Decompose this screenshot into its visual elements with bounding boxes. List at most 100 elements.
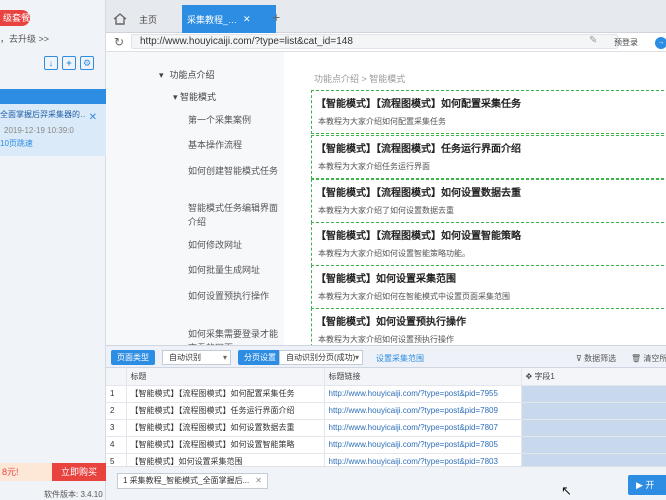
task-date: 2019-12-19 10:39:0 <box>4 126 74 135</box>
col-field1-header[interactable]: ✥ 字段1 <box>521 368 666 386</box>
article-desc: 本教程为大家介绍如何设置智能策略功能。 <box>318 249 470 258</box>
article-card[interactable]: 【智能模式】【流程图模式】如何设置数据去重 本教程为大家介绍了如何设置数据去重 <box>311 179 666 223</box>
cell-link[interactable]: http://www.houyicaiji.com/?type=post&pid… <box>324 402 522 420</box>
article-card[interactable]: 【智能模式】【流程图模式】如何设置智能策略 本教程为大家介绍如何设置智能策略功能… <box>311 222 666 266</box>
web-view: ▾ 功能点介绍 ▾ 智能模式 第一个采集案例 基本操作流程 如何创建智能模式任务 … <box>106 52 666 345</box>
buy-now-button[interactable]: 立即购买 <box>52 463 106 481</box>
page-type-select[interactable]: 自动识别 ▾ <box>162 350 231 365</box>
table-row[interactable]: 3 【智能模式】【流程图模式】如何设置数据去重 http://www.houyi… <box>106 419 666 437</box>
article-title: 【智能模式】如何设置采集范围 <box>316 274 456 285</box>
cell-field1[interactable] <box>521 385 666 403</box>
article-desc: 本教程为大家介绍了如何设置数据去重 <box>318 206 454 215</box>
left-toolbar: ↓ + ⚙ <box>44 56 94 70</box>
paging-select[interactable]: 自动识别分页(成功) ▾ <box>279 350 363 365</box>
nav-section[interactable]: ▾ 功能点介绍 <box>159 68 215 82</box>
cell-title[interactable]: 【智能模式】如何设置采集范围 <box>126 453 325 466</box>
caret-down-icon: ▾ <box>173 92 181 102</box>
col-index-header <box>106 368 127 386</box>
chevron-down-icon: ▾ <box>354 353 359 362</box>
nav-item[interactable]: 如何批量生成网址 <box>188 263 278 277</box>
row-index: 5 <box>106 453 127 466</box>
cell-field1[interactable] <box>521 453 666 466</box>
table-row[interactable]: 4 【智能模式】【流程图模式】如何设置智能策略 http://www.houyi… <box>106 436 666 454</box>
filter-button[interactable]: ⊽ 数据筛选 <box>576 353 616 364</box>
pre-login-button[interactable]: 预登录 <box>614 37 638 48</box>
trash-icon: 🗑 <box>631 354 644 363</box>
article-card[interactable]: 【智能模式】如何设置采集范围 本教程为大家介绍如何在智能模式中设置页面采集范围 <box>311 265 666 309</box>
article-desc: 本教程为大家介绍如何设置预执行操作 <box>318 335 454 344</box>
nav-item[interactable]: 第一个采集案例 <box>188 113 278 127</box>
nav-item[interactable]: 如何采集需要登录才能查看的网页 <box>188 327 278 345</box>
cell-link[interactable]: http://www.houyicaiji.com/?type=post&pid… <box>324 419 522 437</box>
cell-title[interactable]: 【智能模式】【流程图模式】任务运行界面介绍 <box>126 402 325 420</box>
set-range-link[interactable]: 设置采集范围 <box>376 353 424 364</box>
row-index: 1 <box>106 385 127 403</box>
data-grid: 标题 标题链接 ✥ 字段1 1 【智能模式】【流程图模式】如何配置采集任务 ht… <box>106 368 666 466</box>
browser-tab-bar: 主页 采集教程_… ✕ + <box>106 0 666 33</box>
cell-link[interactable]: http://www.houyicaiji.com/?type=post&pid… <box>324 385 522 403</box>
cell-title[interactable]: 【智能模式】【流程图模式】如何设置数据去重 <box>126 419 325 437</box>
cell-title[interactable]: 【智能模式】【流程图模式】如何配置采集任务 <box>126 385 325 403</box>
vip-badge[interactable]: 级套餐 <box>0 10 30 26</box>
col-title-header[interactable]: 标题 <box>126 368 325 386</box>
extraction-toolbar: 页面类型 自动识别 ▾ 分页设置 自动识别分页(成功) ▾ 设置采集范围 ⊽ 数据筛… <box>106 345 666 368</box>
cell-field1[interactable] <box>521 402 666 420</box>
upgrade-link[interactable]: ，去升级 >> <box>0 32 49 45</box>
table-row[interactable]: 2 【智能模式】【流程图模式】任务运行界面介绍 http://www.houyi… <box>106 402 666 420</box>
chevron-down-icon: ▾ <box>222 353 227 362</box>
bottom-bar: 1 采集教程_智能模式_全面掌握后... ✕ ↖ ▶ 开 <box>106 466 666 500</box>
article-title: 【智能模式】【流程图模式】如何设置数据去重 <box>316 188 521 199</box>
col-link-header[interactable]: 标题链接 <box>324 368 522 386</box>
nav-group[interactable]: ▾ 智能模式 <box>173 90 216 104</box>
cell-field1[interactable] <box>521 419 666 437</box>
nav-item[interactable]: 如何修改网址 <box>188 238 278 252</box>
row-index: 3 <box>106 419 127 437</box>
table-row[interactable]: 1 【智能模式】【流程图模式】如何配置采集任务 http://www.houyi… <box>106 385 666 403</box>
page-type-label: 页面类型 <box>111 350 155 365</box>
article-title: 【智能模式】【流程图模式】任务运行界面介绍 <box>316 144 521 155</box>
cell-title[interactable]: 【智能模式】【流程图模式】如何设置智能策略 <box>126 436 325 454</box>
article-title: 【智能模式】【流程图模式】如何配置采集任务 <box>316 99 521 110</box>
tab-home[interactable]: 主页 <box>108 5 182 33</box>
promo-price: 8元! <box>0 463 52 481</box>
tab-active[interactable]: 采集教程_… ✕ <box>182 5 276 33</box>
cursor-icon: ↖ <box>561 483 572 498</box>
filter-icon: ⊽ <box>576 354 585 363</box>
grid-header-row: 标题 标题链接 ✥ 字段1 <box>106 368 666 386</box>
url-input[interactable]: http://www.houyicaiji.com/?type=list&cat… <box>131 34 618 49</box>
article-card[interactable]: 【智能模式】【流程图模式】如何配置采集任务 本教程为大家介绍如何配置采集任务 <box>311 90 666 134</box>
table-row[interactable]: 5 【智能模式】如何设置采集范围 http://www.houyicaiji.c… <box>106 453 666 466</box>
start-button[interactable]: ▶ 开 <box>628 475 666 495</box>
left-panel: 级套餐 ，去升级 >> ↓ + ⚙ 全面掌握后羿采集器的… 2019-12-19… <box>0 0 106 500</box>
tab-active-label: 采集教程_… <box>187 14 238 25</box>
task-title: 全面掌握后羿采集器的… <box>0 110 86 119</box>
refresh-icon[interactable]: ↻ <box>114 35 124 49</box>
cell-field1[interactable] <box>521 436 666 454</box>
close-tab-icon[interactable]: ✕ <box>243 14 251 25</box>
add-icon[interactable]: + <box>62 56 76 70</box>
nav-item[interactable]: 基本操作流程 <box>188 138 278 152</box>
go-icon[interactable]: → <box>655 37 666 49</box>
article-card[interactable]: 【智能模式】如何设置预执行操作 本教程为大家介绍如何设置预执行操作 <box>311 308 666 345</box>
article-title: 【智能模式】【流程图模式】如何设置智能策略 <box>316 231 521 242</box>
close-icon[interactable]: ✕ <box>255 476 262 485</box>
close-icon[interactable]: ✕ <box>89 112 97 123</box>
breadcrumb: 功能点介绍 > 智能模式 <box>314 74 406 84</box>
cell-link[interactable]: http://www.houyicaiji.com/?type=post&pid… <box>324 436 522 454</box>
download-icon[interactable]: ↓ <box>44 56 58 70</box>
task-tab[interactable]: 1 采集教程_智能模式_全面掌握后... ✕ <box>117 473 268 489</box>
paging-label: 分页设置 <box>238 350 282 365</box>
nav-item[interactable]: 智能模式任务编辑界面介绍 <box>188 201 278 229</box>
task-link[interactable]: 10页跳速 <box>0 138 106 149</box>
edit-icon[interactable]: ✎ <box>589 35 597 46</box>
nav-item[interactable]: 如何创建智能模式任务 <box>188 164 278 178</box>
play-icon: ▶ <box>636 480 646 490</box>
article-desc: 本教程为大家介绍任务运行界面 <box>318 162 430 171</box>
new-tab-icon[interactable]: + <box>272 9 280 25</box>
clear-all-button[interactable]: 🗑 清空所有 <box>631 353 666 364</box>
settings-icon[interactable]: ⚙ <box>80 56 94 70</box>
task-card[interactable]: 全面掌握后羿采集器的… 2019-12-19 10:39:0 10页跳速 ✕ <box>0 104 106 156</box>
cell-link[interactable]: http://www.houyicaiji.com/?type=post&pid… <box>324 453 522 466</box>
nav-item[interactable]: 如何设置预执行操作 <box>188 289 278 303</box>
article-card[interactable]: 【智能模式】【流程图模式】任务运行界面介绍 本教程为大家介绍任务运行界面 <box>311 135 666 179</box>
